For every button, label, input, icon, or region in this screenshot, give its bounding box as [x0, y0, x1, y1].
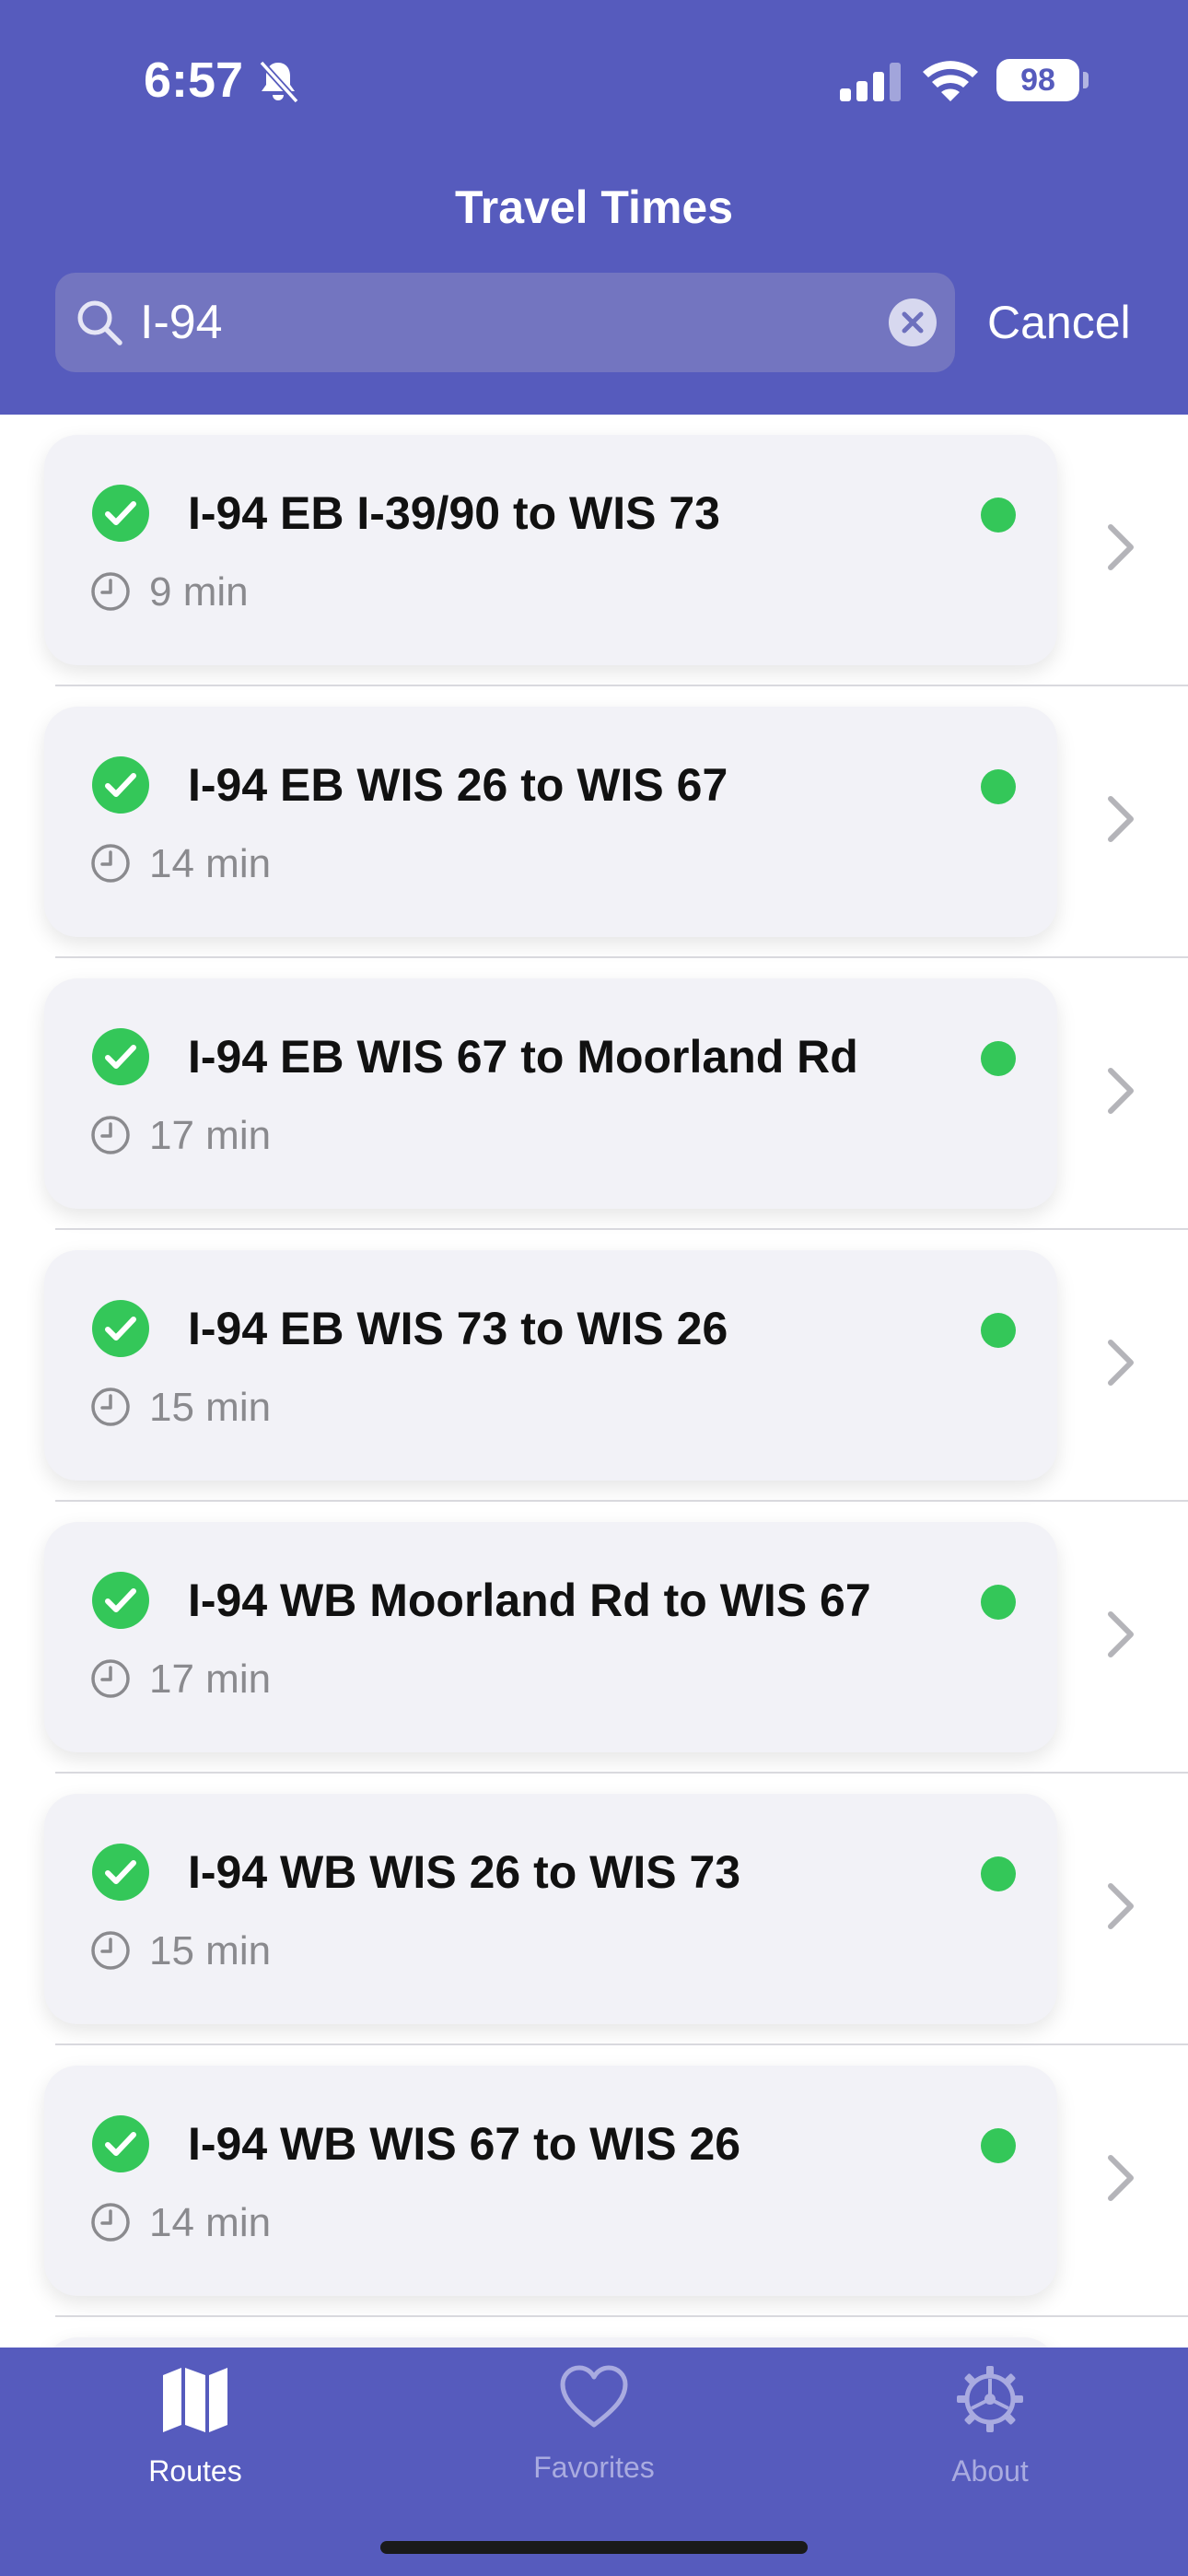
- heart-icon: [560, 2365, 628, 2428]
- route-row[interactable]: I-94 WB Moorland Rd to WIS 67 17 min: [0, 1502, 1188, 1774]
- status-dot: [981, 498, 1016, 533]
- gear-icon: [957, 2366, 1023, 2432]
- route-row[interactable]: I-94 WB WIS 26 to WIS 73 15 min: [0, 1774, 1188, 2045]
- map-icon: [163, 2368, 227, 2432]
- header: 6:57 98 Travel Times I-94 Cancel: [0, 0, 1188, 415]
- status-dot: [981, 1856, 1016, 1891]
- route-card[interactable]: I-94 WB WIS 67 to WIS 26 14 min: [44, 2066, 1057, 2296]
- chevron-right-icon: [1108, 796, 1134, 842]
- route-card[interactable]: I-94 WB Moorland Rd to WIS 67 17 min: [44, 1522, 1057, 1752]
- status-dot: [981, 1585, 1016, 1620]
- route-row[interactable]: I-94 EB WIS 26 to WIS 67 14 min: [0, 686, 1188, 958]
- travel-duration: 14 min: [149, 841, 272, 886]
- route-row[interactable]: I-94 EB I-39/90 to WIS 73 9 min: [0, 415, 1188, 686]
- status-dot: [981, 1041, 1016, 1076]
- tab-label-favorites: Favorites: [533, 2451, 655, 2484]
- tab-about[interactable]: About: [852, 2364, 1128, 2521]
- battery-cap: [1083, 72, 1089, 88]
- tab-favorites[interactable]: Favorites: [456, 2364, 732, 2521]
- travel-duration: 17 min: [149, 1113, 272, 1158]
- home-indicator: [380, 2541, 808, 2554]
- clock-icon: [91, 1388, 130, 1426]
- route-row-partial[interactable]: [0, 2317, 1188, 2349]
- tab-label-about: About: [951, 2454, 1029, 2488]
- checkmark-circle-icon: [92, 1028, 149, 1085]
- tab-label-routes: Routes: [148, 2454, 242, 2488]
- clock-icon: [91, 1659, 130, 1698]
- route-name: I-94 WB WIS 67 to WIS 26: [188, 2118, 741, 2170]
- status-bar: 6:57 98: [0, 0, 1188, 166]
- clock-icon: [91, 1931, 130, 1970]
- route-name: I-94 EB WIS 67 to Moorland Rd: [188, 1031, 858, 1083]
- checkmark-circle-icon: [92, 2115, 149, 2172]
- travel-duration: 9 min: [149, 569, 249, 615]
- chevron-right-icon: [1108, 1883, 1134, 1929]
- route-card[interactable]: I-94 EB WIS 67 to Moorland Rd 17 min: [44, 978, 1057, 1209]
- bell-slash-icon: [259, 60, 299, 104]
- checkmark-circle-icon: [92, 1572, 149, 1629]
- route-card[interactable]: I-94 EB I-39/90 to WIS 73 9 min: [44, 435, 1057, 665]
- checkmark-circle-icon: [92, 485, 149, 542]
- search-input[interactable]: [140, 273, 858, 372]
- status-dot: [981, 769, 1016, 804]
- route-card[interactable]: I-94 EB WIS 73 to WIS 26 15 min: [44, 1250, 1057, 1481]
- search-icon: [77, 300, 122, 345]
- clock-icon: [91, 1116, 130, 1154]
- travel-duration: 17 min: [149, 1657, 272, 1702]
- clear-icon[interactable]: [889, 299, 937, 346]
- status-dot: [981, 2128, 1016, 2163]
- cancel-button[interactable]: Cancel: [987, 286, 1131, 359]
- clock-icon: [91, 2203, 130, 2242]
- route-list: I-94 EB I-39/90 to WIS 73 9 min I-94 EB …: [0, 415, 1188, 2349]
- route-row[interactable]: I-94 EB WIS 67 to Moorland Rd 17 min: [0, 958, 1188, 1230]
- search-bar[interactable]: [55, 273, 955, 372]
- battery-indicator: 98: [996, 59, 1079, 101]
- route-row[interactable]: I-94 WB WIS 67 to WIS 26 14 min: [0, 2045, 1188, 2317]
- status-dot: [981, 1313, 1016, 1348]
- clock-icon: [91, 844, 130, 883]
- page-title: Travel Times: [454, 181, 734, 233]
- route-name: I-94 WB Moorland Rd to WIS 67: [188, 1575, 871, 1626]
- cellular-signal-icon: [840, 63, 901, 101]
- checkmark-circle-icon: [92, 756, 149, 814]
- wifi-icon: [923, 61, 978, 101]
- route-name: I-94 EB WIS 73 to WIS 26: [188, 1303, 728, 1354]
- checkmark-circle-icon: [92, 1300, 149, 1357]
- chevron-right-icon: [1108, 1611, 1134, 1657]
- chevron-right-icon: [1108, 1340, 1134, 1386]
- chevron-right-icon: [1108, 2155, 1134, 2201]
- route-row[interactable]: I-94 EB WIS 73 to WIS 26 15 min: [0, 1230, 1188, 1502]
- checkmark-circle-icon: [92, 1844, 149, 1901]
- travel-duration: 14 min: [149, 2200, 272, 2245]
- travel-duration: 15 min: [149, 1928, 272, 1973]
- clock-icon: [91, 572, 130, 611]
- route-name: I-94 WB WIS 26 to WIS 73: [188, 1846, 741, 1898]
- route-card[interactable]: I-94 WB WIS 26 to WIS 73 15 min: [44, 1794, 1057, 2024]
- chevron-right-icon: [1108, 1068, 1134, 1114]
- route-card[interactable]: I-94 EB WIS 26 to WIS 67 14 min: [44, 707, 1057, 937]
- route-name: I-94 EB WIS 26 to WIS 67: [188, 759, 728, 811]
- tab-routes[interactable]: Routes: [57, 2364, 333, 2521]
- travel-duration: 15 min: [149, 1385, 272, 1430]
- status-time: 6:57: [144, 53, 244, 108]
- route-name: I-94 EB I-39/90 to WIS 73: [188, 487, 720, 539]
- chevron-right-icon: [1108, 524, 1134, 570]
